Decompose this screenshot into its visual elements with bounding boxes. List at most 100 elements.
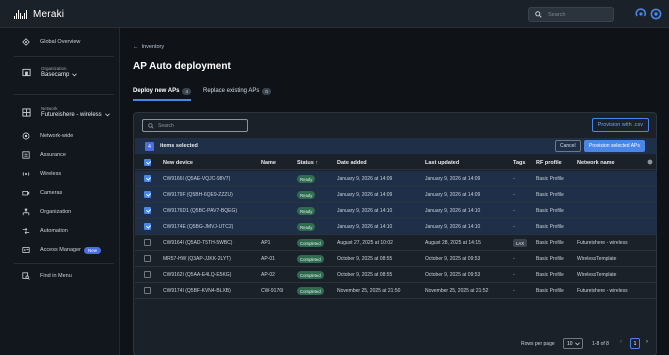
chevron-down-icon [72, 73, 78, 77]
search-icon [148, 122, 154, 129]
network-icon [22, 107, 31, 117]
meraki-logo[interactable]: Meraki [14, 9, 64, 20]
global-search-input[interactable]: Search [528, 7, 614, 22]
table-search-input[interactable]: Search [142, 119, 248, 132]
row-checkbox[interactable] [144, 175, 151, 182]
arrow-left-icon: ← [133, 44, 139, 50]
provision-selected-button[interactable]: Provision selected APs [584, 140, 645, 152]
cell-device: CW9174E (Q5BG-JMVJ-UTC2) [163, 224, 234, 230]
cell-rf-profile: Basic Profile [536, 240, 564, 246]
wireless-icon [22, 172, 30, 176]
table-row[interactable]: MR57-HW (Q3AP-JJKK-2LYT) AP-01 Completed… [135, 251, 657, 267]
breadcrumb-back-link[interactable]: ← Inventory [133, 44, 164, 50]
network-selector[interactable]: Network Futureishere - wireless [0, 106, 120, 118]
cell-device: MR57-HW (Q3AP-JJKK-2LYT) [163, 256, 231, 262]
breadcrumb-label: Inventory [141, 44, 165, 50]
sidebar-item-wireless[interactable]: Wireless [0, 167, 120, 181]
provision-csv-button[interactable]: Provision with .csv [591, 118, 649, 132]
cell-name: CW-9176I [261, 288, 284, 294]
cell-date-added: October 9, 2025 at 08:55 [337, 256, 393, 262]
row-checkbox[interactable] [144, 191, 151, 198]
organization-selector[interactable]: Organization Basecamp [0, 66, 120, 78]
search-icon [535, 11, 542, 18]
cell-tags: - [513, 176, 515, 182]
table-search-placeholder: Search [158, 122, 174, 129]
cell-date-added: January 9, 2026 at 14:10 [337, 208, 393, 214]
sidebar-item-automation[interactable]: Automation [0, 224, 120, 238]
sidebar-item-global-overview[interactable]: Global Overview [0, 35, 120, 49]
column-header-device[interactable]: New device [163, 160, 193, 166]
table-row[interactable]: CW9176D1 (Q5BC-PAV7-BQEG) Ready January … [135, 203, 657, 219]
sidebar-item-label: Network-wide [40, 133, 74, 139]
status-badge: Completed [297, 255, 324, 263]
current-page-button[interactable]: 1 [630, 338, 640, 349]
chevron-down-icon [574, 341, 580, 345]
table-row[interactable]: CW9164I (Q5AD-T5TH-5WBC) AP1 Completed A… [135, 235, 657, 251]
select-all-checkbox[interactable] [144, 159, 151, 166]
column-header-last-updated[interactable]: Last updated [425, 160, 459, 166]
sidebar-item-cameras[interactable]: Cameras [0, 186, 120, 200]
cell-network: Futureishere - wireless [577, 288, 628, 294]
app-name: Meraki [33, 9, 65, 20]
page-title: AP Auto deployment [133, 61, 231, 72]
cell-last-updated: October 9, 2025 at 09:53 [425, 272, 481, 278]
cell-name: AP-01 [261, 256, 275, 262]
sidebar-item-access-manager[interactable]: Access Manager New [0, 243, 120, 257]
cancel-button[interactable]: Cancel [555, 140, 581, 152]
cell-network: Futureishere - wireless [577, 240, 628, 246]
table-row[interactable]: CW9162I (Q5AA-E4LQ-E5KG) AP-02 Completed… [135, 267, 657, 283]
row-checkbox[interactable] [144, 223, 151, 230]
table-row[interactable]: CW9166I (Q5AE-VQJC-98V7) Ready January 9… [135, 171, 657, 187]
sidebar-item-label: Access Manager [40, 247, 81, 253]
row-checkbox[interactable] [144, 271, 151, 278]
automation-icon [22, 227, 30, 235]
previous-page-icon[interactable]: ‹ [620, 339, 622, 345]
selection-bar: 4 items selected Cancel Provision select… [135, 138, 657, 154]
column-header-tags[interactable]: Tags [513, 160, 525, 166]
notification-icon[interactable] [635, 8, 647, 20]
row-checkbox[interactable] [144, 239, 151, 246]
sidebar-item-organization[interactable]: Organization [0, 205, 120, 219]
find-in-menu[interactable]: Find in Menu [0, 269, 120, 283]
column-header-rf-profile[interactable]: RF profile [536, 160, 562, 166]
sidebar-item-network-wide[interactable]: Network-wide [0, 129, 120, 143]
row-checkbox[interactable] [144, 207, 151, 214]
help-icon[interactable] [650, 8, 662, 20]
cell-last-updated: January 9, 2026 at 14:09 [425, 192, 481, 198]
rows-per-page-select[interactable]: 10 [563, 338, 583, 349]
column-header-date-added[interactable]: Date added [337, 160, 367, 166]
organization-label: Organization [41, 66, 67, 71]
status-badge: Ready [297, 175, 316, 183]
status-badge: Completed [297, 271, 324, 279]
organization-tree-icon [22, 208, 30, 216]
status-badge: Ready [297, 191, 316, 199]
cell-rf-profile: Basic Profile [536, 224, 564, 230]
status-badge: Completed [297, 287, 324, 295]
column-header-name[interactable]: Name [261, 160, 276, 166]
column-header-status[interactable]: Status ↑ [297, 160, 318, 166]
pagination-bar: Rows per page 10 1-8 of 8 ‹ 1 › [135, 336, 657, 352]
network-value: Futureishere - wireless [41, 112, 102, 118]
tab-deploy-new-aps[interactable]: Deploy new APs 4 [133, 85, 191, 101]
cell-rf-profile: Basic Profile [536, 192, 564, 198]
sidebar-divider [14, 94, 114, 95]
row-checkbox[interactable] [144, 287, 151, 294]
rows-per-page-value: 10 [567, 340, 573, 347]
sidebar-item-label: Organization [40, 209, 72, 215]
table-row[interactable]: CW9174I (Q5BF-KVN4-BLXB) CW-9176I Comple… [135, 283, 657, 299]
sidebar-divider [14, 263, 114, 264]
cell-tags: - [513, 288, 515, 294]
cell-device: CW9179F (Q5BH-6QE9-ZZZU) [163, 192, 233, 198]
table-row[interactable]: CW9179F (Q5BH-6QE9-ZZZU) Ready January 9… [135, 187, 657, 203]
row-checkbox[interactable] [144, 255, 151, 262]
column-settings-icon[interactable] [647, 159, 653, 165]
cell-name: AP1 [261, 240, 271, 246]
network-label: Network [41, 106, 58, 111]
chevron-down-icon [104, 113, 110, 117]
tab-replace-existing-aps[interactable]: Replace existing APs 0 [203, 85, 271, 97]
sidebar-item-assurance[interactable]: Assurance [0, 148, 120, 162]
table-row[interactable]: CW9174E (Q5BG-JMVJ-UTC2) Ready January 9… [135, 219, 657, 235]
next-page-icon[interactable]: › [646, 339, 648, 345]
cell-last-updated: January 9, 2026 at 14:10 [425, 208, 481, 214]
column-header-network-name[interactable]: Network name [577, 160, 615, 166]
